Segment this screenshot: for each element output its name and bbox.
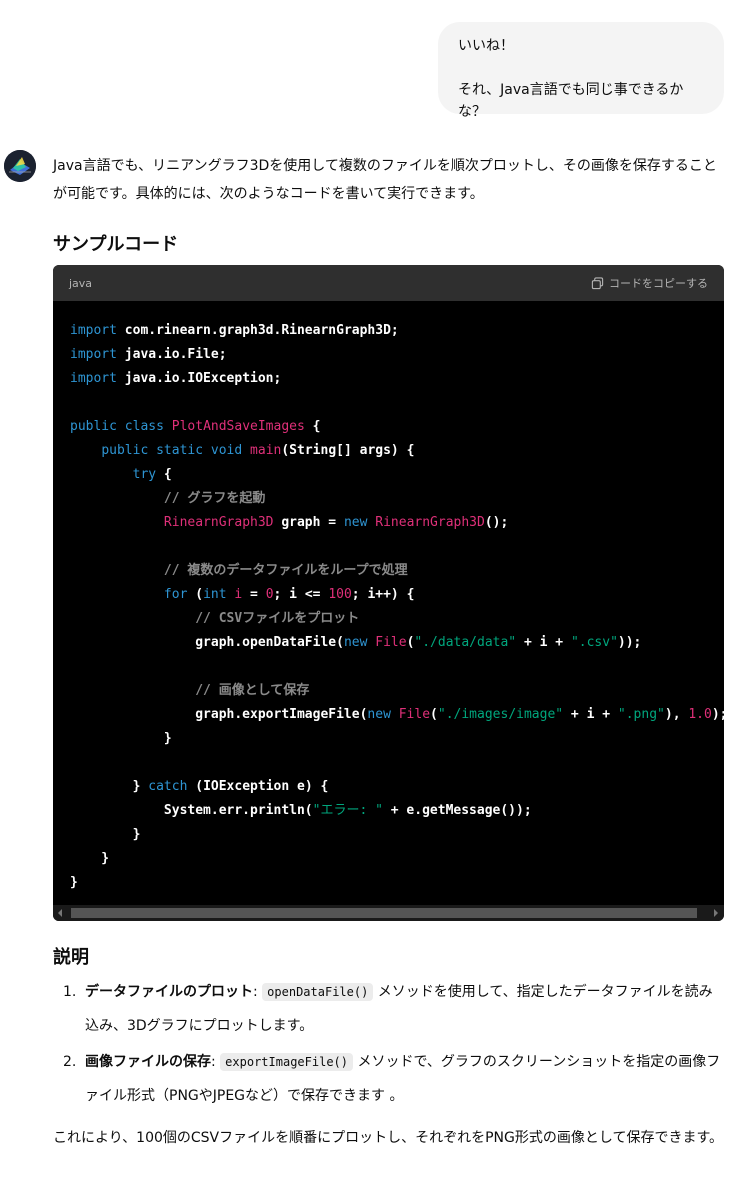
outro-text: これにより、100個のCSVファイルを順番にプロットし、それぞれをPNG形式の画…	[53, 1130, 724, 1146]
code-line: // 複数のデータファイルをループで処理	[163, 563, 408, 578]
code-line: for (int i = 0; i <= 100; i++) {	[163, 587, 415, 602]
code-header: java コードをコピーする	[53, 265, 724, 301]
scrollbar-thumb[interactable]	[71, 908, 697, 918]
list-number: 1.	[63, 984, 77, 1000]
code-line: import com.rinearn.graph3d.RinearnGraph3…	[70, 323, 399, 338]
assistant-response: Java言語でも、リニアングラフ3Dを使用して複数のファイルを順次プロットし、そ…	[53, 150, 725, 1146]
code-body[interactable]: import com.rinearn.graph3d.RinearnGraph3…	[53, 301, 724, 895]
copy-icon	[591, 276, 604, 289]
list-item-separator: :	[253, 984, 258, 1000]
code-line: }	[70, 731, 172, 746]
explanation-heading: 説明	[53, 947, 89, 968]
scroll-left-icon[interactable]	[58, 909, 62, 917]
code-line: public static void main(String[] args) {	[101, 443, 415, 458]
code-line: }	[70, 875, 78, 890]
copy-code-label: コードをコピーする	[609, 277, 708, 290]
code-line: // CSVファイルをプロット	[195, 611, 360, 626]
code-line: RinearnGraph3D graph = new RinearnGraph3…	[163, 515, 509, 530]
code-block: java コードをコピーする import com.rinearn.graph3…	[53, 265, 724, 921]
sample-code-heading: サンプルコード	[53, 234, 179, 255]
list-item-title: 画像ファイルの保存	[85, 1054, 211, 1070]
explanation-list: 1. データファイルのプロット: openDataFile() メソッドを使用し…	[53, 975, 725, 1113]
code-line: graph.openDataFile(new File("./data/data…	[70, 635, 642, 650]
user-message-bubble: いいね！ それ、Java言語でも同じ事できるかな？	[438, 22, 724, 120]
user-message-line: いいね！	[458, 38, 514, 54]
intro-text: Java言語でも、リニアングラフ3Dを使用して複数のファイルを順次プロットし、そ…	[53, 158, 717, 202]
code-line: public class PlotAndSaveImages {	[70, 419, 321, 434]
assistant-avatar-icon	[4, 150, 36, 182]
copy-code-button[interactable]: コードをコピーする	[591, 275, 708, 291]
code-line: import java.io.File;	[70, 347, 227, 362]
list-item-title: データファイルのプロット	[85, 984, 253, 1000]
inline-code: openDataFile()	[262, 983, 374, 1001]
code-line: }	[70, 851, 110, 866]
code-line: // グラフを起動	[163, 491, 266, 506]
code-line: } catch (IOException e) {	[70, 779, 329, 794]
code-line: import java.io.IOException;	[70, 371, 282, 386]
user-message-line: それ、Java言語でも同じ事できるかな？	[458, 82, 684, 120]
list-item: 2. 画像ファイルの保存: exportImageFile() メソッドで、グラ…	[53, 1045, 725, 1113]
scroll-right-icon[interactable]	[714, 909, 718, 917]
code-line: try {	[132, 467, 172, 482]
inline-code: exportImageFile()	[220, 1053, 353, 1071]
list-item: 1. データファイルのプロット: openDataFile() メソッドを使用し…	[53, 975, 725, 1043]
code-line: }	[70, 827, 141, 842]
code-line: // 画像として保存	[195, 683, 310, 698]
code-line: System.err.println("エラー: " + e.getMessag…	[70, 803, 532, 818]
code-line: graph.exportImageFile(new File("./images…	[70, 707, 724, 722]
horizontal-scrollbar[interactable]	[53, 905, 724, 921]
code-language-label: java	[69, 276, 93, 290]
list-number: 2.	[63, 1054, 77, 1070]
list-item-separator: :	[211, 1054, 216, 1070]
